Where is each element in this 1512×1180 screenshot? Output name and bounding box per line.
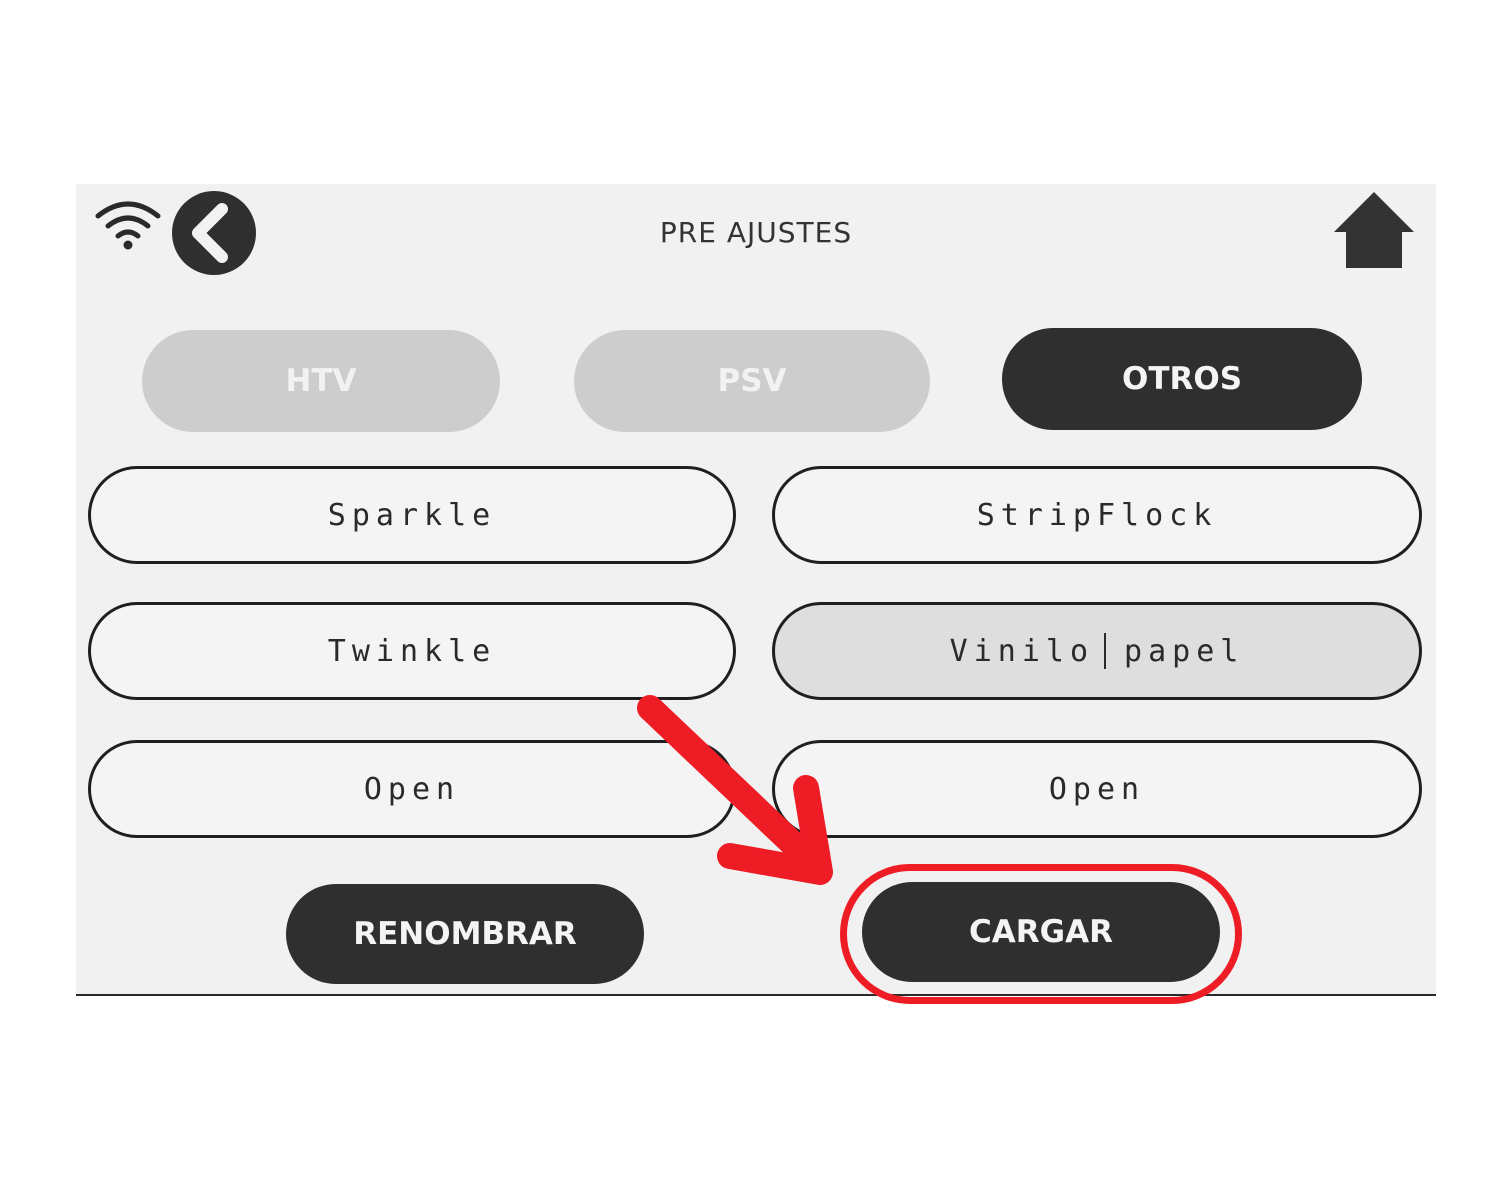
back-button[interactable] — [172, 191, 256, 275]
tab-psv[interactable]: PSV — [574, 330, 930, 432]
home-icon[interactable] — [1332, 188, 1416, 270]
preset-slot-open-right[interactable]: Open — [772, 740, 1422, 838]
preset-slot-twinkle[interactable]: Twinkle — [88, 602, 736, 700]
rename-button[interactable]: RENOMBRAR — [286, 884, 644, 984]
preset-label-vinilo: Vinilo — [949, 633, 1095, 669]
touchscreen-panel: PRE AJUSTES HTV PSV OTROS Sparkle StripF… — [76, 184, 1436, 996]
load-button[interactable]: CARGAR — [862, 882, 1220, 982]
preset-slot-open-left[interactable]: Open — [88, 740, 736, 838]
preset-slot-vinilo-papel[interactable]: Vinilo papel — [772, 602, 1422, 700]
chevron-left-icon — [192, 203, 228, 263]
preset-slot-sparkle[interactable]: Sparkle — [88, 466, 736, 564]
page-title: PRE AJUSTES — [659, 216, 853, 249]
preset-label-papel: papel — [1124, 633, 1245, 669]
tab-otros[interactable]: OTROS — [1002, 328, 1362, 430]
preset-slot-stripflock[interactable]: StripFlock — [772, 466, 1422, 564]
separator — [1104, 633, 1107, 669]
wifi-icon — [95, 201, 161, 250]
tab-htv[interactable]: HTV — [142, 330, 500, 432]
